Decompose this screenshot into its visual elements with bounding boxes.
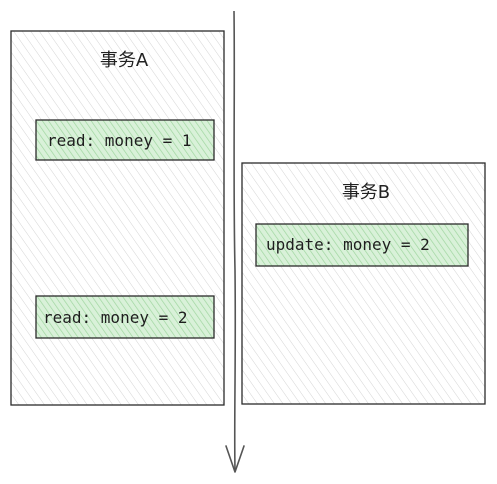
timeline-line (233, 10, 237, 471)
operation-label: read: money = 2 (43, 308, 188, 327)
transaction-b-operation: update: money = 2 (255, 223, 469, 267)
transaction-a-operation: read: money = 1 (35, 119, 215, 161)
transaction-a-frame (10, 30, 225, 406)
transaction-b-box: 事务B update: money = 2 (241, 162, 486, 405)
transaction-diagram: 事务A read: money = 1 read: money = 2 事务B … (10, 10, 486, 473)
transaction-a-operation: read: money = 2 (35, 295, 215, 339)
transaction-a-box: 事务A read: money = 1 read: money = 2 (10, 30, 225, 406)
timeline (225, 10, 245, 473)
transaction-a-title: 事务A (100, 50, 149, 71)
operation-label: update: money = 2 (266, 235, 430, 254)
operation-label: read: money = 1 (47, 131, 192, 150)
transaction-b-title: 事务B (342, 182, 390, 203)
